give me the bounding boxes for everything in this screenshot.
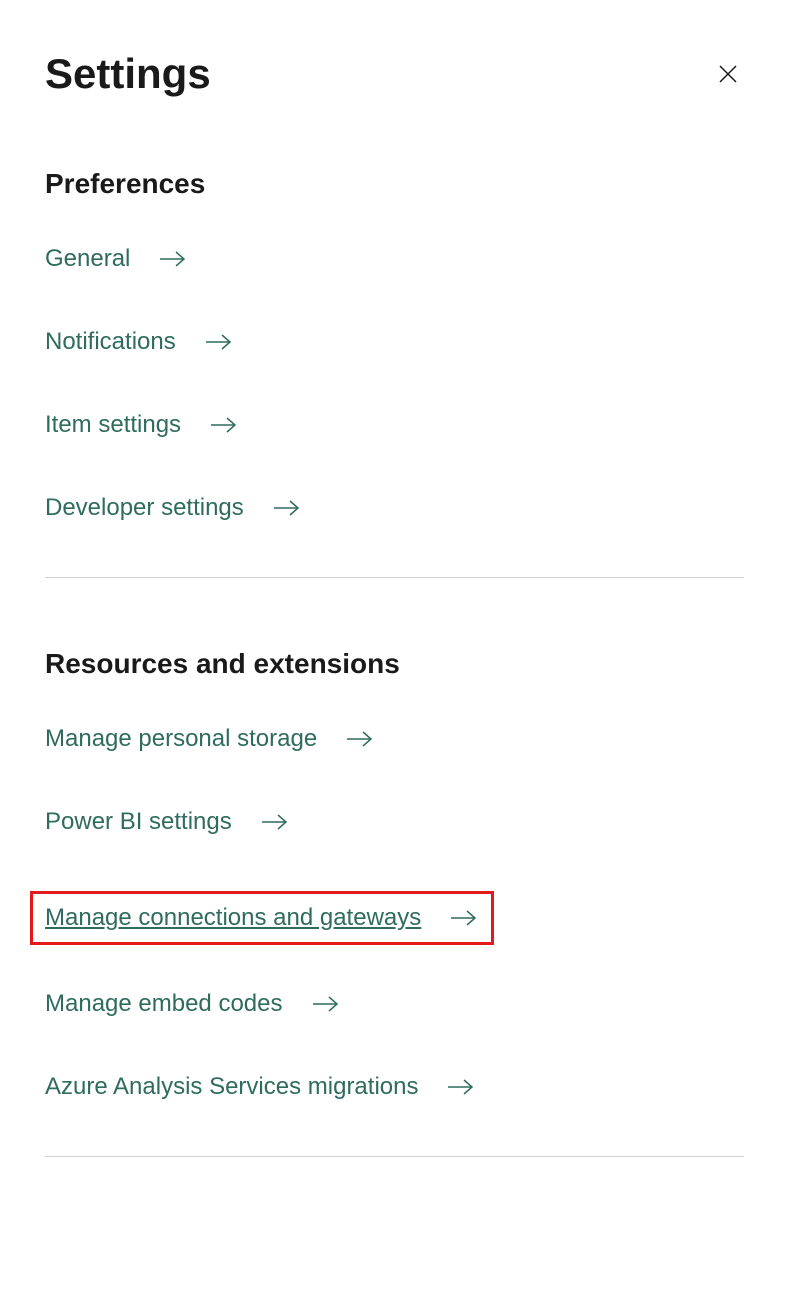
link-developer-settings[interactable]: Developer settings: [45, 494, 744, 522]
link-label: Manage personal storage: [45, 725, 317, 753]
link-manage-embed-codes[interactable]: Manage embed codes: [45, 990, 744, 1018]
link-label: General: [45, 245, 130, 273]
link-label: Item settings: [45, 411, 181, 439]
arrow-right-icon: [160, 249, 188, 269]
section-divider: [45, 577, 744, 578]
link-general[interactable]: General: [45, 245, 744, 273]
resources-heading: Resources and extensions: [45, 648, 744, 680]
link-label: Developer settings: [45, 494, 244, 522]
link-item-settings[interactable]: Item settings: [45, 411, 744, 439]
arrow-right-icon: [448, 1077, 476, 1097]
arrow-right-icon: [274, 498, 302, 518]
link-azure-analysis-services[interactable]: Azure Analysis Services migrations: [45, 1073, 744, 1101]
arrow-right-icon: [451, 908, 479, 928]
link-label: Power BI settings: [45, 808, 232, 836]
link-label: Manage embed codes: [45, 990, 283, 1018]
link-label: Notifications: [45, 328, 176, 356]
link-label: Azure Analysis Services migrations: [45, 1073, 418, 1101]
arrow-right-icon: [211, 415, 239, 435]
link-notifications[interactable]: Notifications: [45, 328, 744, 356]
arrow-right-icon: [206, 332, 234, 352]
page-title: Settings: [45, 50, 211, 98]
preferences-section: Preferences General Notifications Item s…: [45, 168, 744, 522]
arrow-right-icon: [262, 812, 290, 832]
link-manage-personal-storage[interactable]: Manage personal storage: [45, 725, 744, 753]
link-power-bi-settings[interactable]: Power BI settings: [45, 808, 744, 836]
link-manage-connections-gateways-highlighted[interactable]: Manage connections and gateways: [30, 891, 494, 945]
preferences-heading: Preferences: [45, 168, 744, 200]
link-label: Manage connections and gateways: [45, 904, 421, 932]
section-divider: [45, 1156, 744, 1157]
arrow-right-icon: [313, 994, 341, 1014]
arrow-right-icon: [347, 729, 375, 749]
settings-header: Settings: [45, 50, 744, 98]
close-icon: [716, 62, 740, 86]
resources-section: Resources and extensions Manage personal…: [45, 648, 744, 1101]
close-button[interactable]: [712, 58, 744, 90]
